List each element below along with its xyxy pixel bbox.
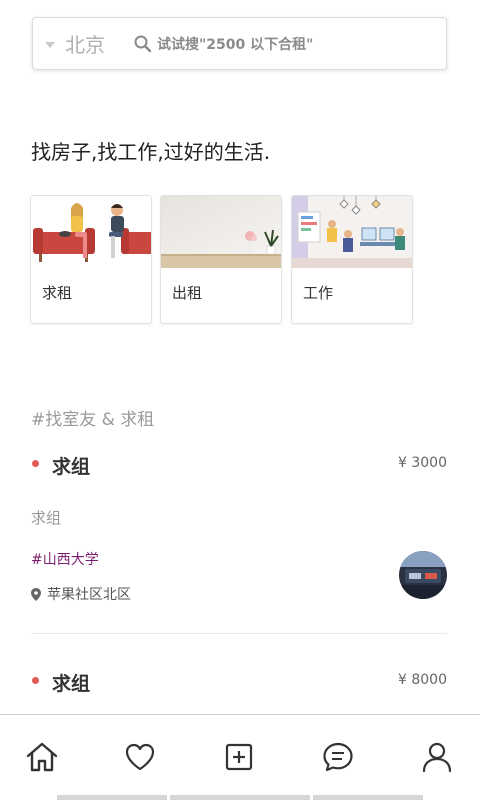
category-card-rent-seek[interactable]: 求租 xyxy=(30,195,152,324)
office-meeting-illustration xyxy=(292,196,412,268)
listing-title[interactable]: 求组 xyxy=(52,452,90,479)
listing-price: ¥ 3000 xyxy=(398,455,447,471)
home-indicator xyxy=(313,795,423,800)
search-input[interactable]: 试试搜"2500 以下合租" xyxy=(133,18,446,69)
listing-title[interactable]: 求组 xyxy=(52,669,90,696)
tab-favorites[interactable] xyxy=(120,737,160,777)
status-dot xyxy=(32,677,39,684)
search-icon xyxy=(134,35,152,52)
dropdown-caret-icon xyxy=(45,41,55,48)
empty-room-illustration xyxy=(161,196,281,268)
tagline: 找房子,找工作,过好的生活. xyxy=(31,140,271,164)
add-icon xyxy=(225,743,253,771)
city-label: 北京 xyxy=(65,33,105,57)
status-dot xyxy=(32,460,39,467)
section-title: #找室友 & 求租 xyxy=(31,410,155,430)
heart-icon xyxy=(125,743,155,771)
message-icon xyxy=(323,742,353,772)
tab-profile[interactable] xyxy=(417,737,457,777)
tab-messages[interactable] xyxy=(318,737,358,777)
listing-price: ¥ 8000 xyxy=(398,672,447,688)
couple-on-sofa-illustration xyxy=(31,196,151,268)
tab-bar xyxy=(0,714,480,800)
search-bar: 北京 试试搜"2500 以下合租" xyxy=(32,17,447,70)
home-indicator xyxy=(170,795,310,800)
category-card-rent-out[interactable]: 出租 xyxy=(160,195,282,324)
tab-add[interactable] xyxy=(219,737,259,777)
category-label: 工作 xyxy=(303,284,334,302)
location-label: 苹果社区北区 xyxy=(47,587,131,603)
listing-description: 求组 xyxy=(31,509,62,527)
avatar[interactable] xyxy=(399,551,447,599)
category-label: 出租 xyxy=(172,284,203,302)
search-placeholder: 试试搜"2500 以下合租" xyxy=(157,36,314,53)
tab-home[interactable] xyxy=(22,737,62,777)
divider xyxy=(31,633,447,634)
home-indicator xyxy=(57,795,167,800)
profile-icon xyxy=(422,742,452,773)
city-selector[interactable]: 北京 xyxy=(33,18,133,69)
home-icon xyxy=(26,742,58,772)
listing-tag[interactable]: #山西大学 xyxy=(31,549,99,569)
listing-location: 苹果社区北区 xyxy=(31,584,131,604)
category-label: 求租 xyxy=(42,284,73,302)
location-pin-icon xyxy=(31,587,41,601)
category-card-work[interactable]: 工作 xyxy=(291,195,413,324)
